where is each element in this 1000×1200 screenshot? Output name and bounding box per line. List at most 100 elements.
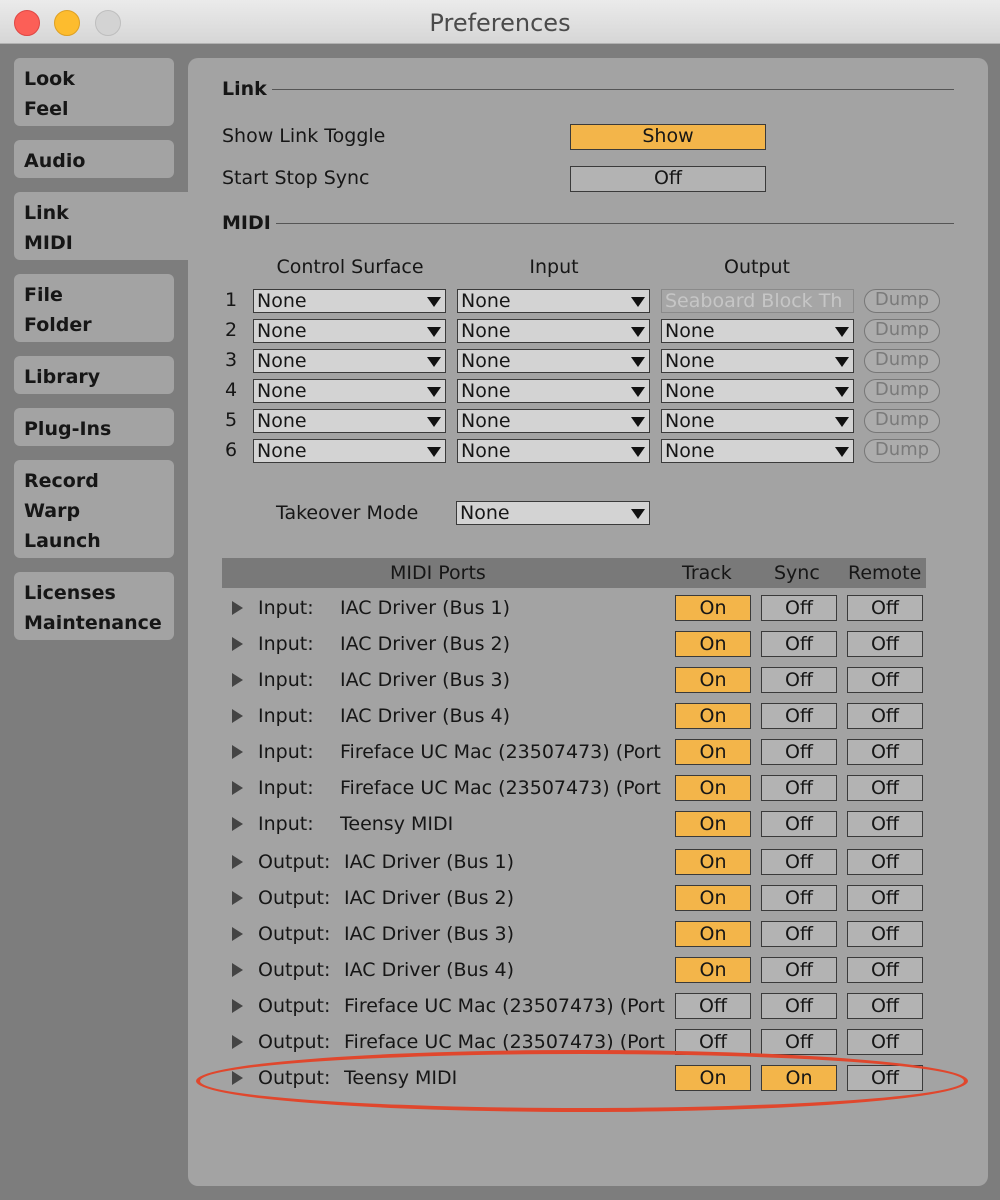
track-toggle[interactable]: On (675, 1065, 751, 1091)
dump-button[interactable]: Dump (864, 289, 940, 313)
expand-triangle-icon[interactable] (232, 927, 243, 941)
expand-triangle-icon[interactable] (232, 637, 243, 651)
chevron-down-icon (427, 297, 441, 307)
expand-triangle-icon[interactable] (232, 673, 243, 687)
midi-output-dropdown[interactable]: None (661, 409, 854, 433)
midi-output-dropdown[interactable]: None (661, 319, 854, 343)
midi-input-dropdown[interactable]: None (457, 319, 650, 343)
expand-triangle-icon[interactable] (232, 1035, 243, 1049)
midi-input-dropdown[interactable]: None (457, 349, 650, 373)
sync-toggle[interactable]: Off (761, 739, 837, 765)
track-toggle[interactable]: On (675, 595, 751, 621)
remote-toggle[interactable]: Off (847, 739, 923, 765)
tab-label: Audio (24, 150, 86, 172)
midi-port-row: Input: Teensy MIDI On Off Off (222, 807, 926, 843)
sync-toggle[interactable]: Off (761, 775, 837, 801)
remote-toggle[interactable]: Off (847, 775, 923, 801)
remote-toggle[interactable]: Off (847, 631, 923, 657)
tab-plug-ins[interactable]: Plug-Ins (14, 408, 174, 446)
remote-toggle[interactable]: Off (847, 811, 923, 837)
sync-toggle[interactable]: On (761, 1065, 837, 1091)
tab-file-folder[interactable]: File Folder (14, 274, 174, 342)
remote-toggle[interactable]: Off (847, 993, 923, 1019)
remote-toggle[interactable]: Off (847, 1029, 923, 1055)
expand-triangle-icon[interactable] (232, 601, 243, 615)
expand-triangle-icon[interactable] (232, 745, 243, 759)
track-toggle[interactable]: On (675, 811, 751, 837)
tab-label: Launch (24, 530, 101, 552)
expand-triangle-icon[interactable] (232, 999, 243, 1013)
remote-toggle[interactable]: Off (847, 921, 923, 947)
track-toggle[interactable]: On (675, 667, 751, 693)
midi-output-dropdown[interactable]: None (661, 349, 854, 373)
sync-toggle[interactable]: Off (761, 993, 837, 1019)
takeover-mode-dropdown[interactable]: None (456, 501, 650, 525)
tab-link-midi[interactable]: Link MIDI (14, 192, 202, 260)
control-surface-dropdown[interactable]: None (253, 439, 446, 463)
track-toggle[interactable]: On (675, 703, 751, 729)
midi-port-row: Output: Fireface UC Mac (23507473) (Port… (222, 1025, 926, 1061)
track-toggle[interactable]: On (675, 849, 751, 875)
midi-output-dropdown[interactable]: None (661, 439, 854, 463)
sync-toggle[interactable]: Off (761, 1029, 837, 1055)
track-toggle[interactable]: On (675, 885, 751, 911)
control-surface-dropdown[interactable]: None (253, 319, 446, 343)
tab-record-warp-launch[interactable]: Record Warp Launch (14, 460, 174, 558)
sync-toggle[interactable]: Off (761, 957, 837, 983)
expand-triangle-icon[interactable] (232, 709, 243, 723)
expand-triangle-icon[interactable] (232, 781, 243, 795)
track-toggle[interactable]: On (675, 739, 751, 765)
expand-triangle-icon[interactable] (232, 817, 243, 831)
sync-toggle[interactable]: Off (761, 631, 837, 657)
sync-toggle[interactable]: Off (761, 595, 837, 621)
remote-toggle[interactable]: Off (847, 885, 923, 911)
midi-output-dropdown[interactable]: None (661, 379, 854, 403)
tab-look-feel[interactable]: Look Feel (14, 58, 174, 126)
track-toggle[interactable]: On (675, 775, 751, 801)
midi-input-dropdown[interactable]: None (457, 409, 650, 433)
control-surface-dropdown[interactable]: None (253, 289, 446, 313)
remote-toggle[interactable]: Off (847, 849, 923, 875)
expand-triangle-icon[interactable] (232, 1071, 243, 1085)
dump-button[interactable]: Dump (864, 439, 940, 463)
control-surface-dropdown[interactable]: None (253, 379, 446, 403)
track-toggle[interactable]: Off (675, 1029, 751, 1055)
sync-toggle[interactable]: Off (761, 811, 837, 837)
sync-toggle[interactable]: Off (761, 703, 837, 729)
dump-button[interactable]: Dump (864, 319, 940, 343)
expand-triangle-icon[interactable] (232, 891, 243, 905)
midi-output-dropdown[interactable]: Seaboard Block Th (661, 289, 854, 313)
expand-triangle-icon[interactable] (232, 855, 243, 869)
expand-triangle-icon[interactable] (232, 963, 243, 977)
start-stop-sync-button[interactable]: Off (570, 166, 766, 192)
chevron-down-icon (835, 357, 849, 367)
track-toggle[interactable]: On (675, 921, 751, 947)
show-link-toggle-button[interactable]: Show (570, 124, 766, 150)
sync-toggle[interactable]: Off (761, 667, 837, 693)
sync-toggle[interactable]: Off (761, 921, 837, 947)
tab-label: MIDI (24, 232, 73, 254)
port-name: IAC Driver (Bus 4) (344, 959, 515, 981)
dump-button[interactable]: Dump (864, 379, 940, 403)
remote-toggle[interactable]: Off (847, 957, 923, 983)
remote-toggle[interactable]: Off (847, 703, 923, 729)
remote-toggle[interactable]: Off (847, 667, 923, 693)
remote-toggle[interactable]: Off (847, 595, 923, 621)
track-toggle[interactable]: On (675, 631, 751, 657)
midi-port-row: Output: IAC Driver (Bus 2) On Off Off (222, 881, 926, 917)
tab-audio[interactable]: Audio (14, 140, 174, 178)
dump-button[interactable]: Dump (864, 349, 940, 373)
remote-toggle[interactable]: Off (847, 1065, 923, 1091)
midi-input-dropdown[interactable]: None (457, 379, 650, 403)
midi-input-dropdown[interactable]: None (457, 439, 650, 463)
control-surface-dropdown[interactable]: None (253, 349, 446, 373)
tab-licenses-maintenance[interactable]: Licenses Maintenance (14, 572, 174, 640)
sync-toggle[interactable]: Off (761, 849, 837, 875)
sync-toggle[interactable]: Off (761, 885, 837, 911)
tab-library[interactable]: Library (14, 356, 174, 394)
midi-input-dropdown[interactable]: None (457, 289, 650, 313)
control-surface-dropdown[interactable]: None (253, 409, 446, 433)
track-toggle[interactable]: On (675, 957, 751, 983)
dump-button[interactable]: Dump (864, 409, 940, 433)
track-toggle[interactable]: Off (675, 993, 751, 1019)
